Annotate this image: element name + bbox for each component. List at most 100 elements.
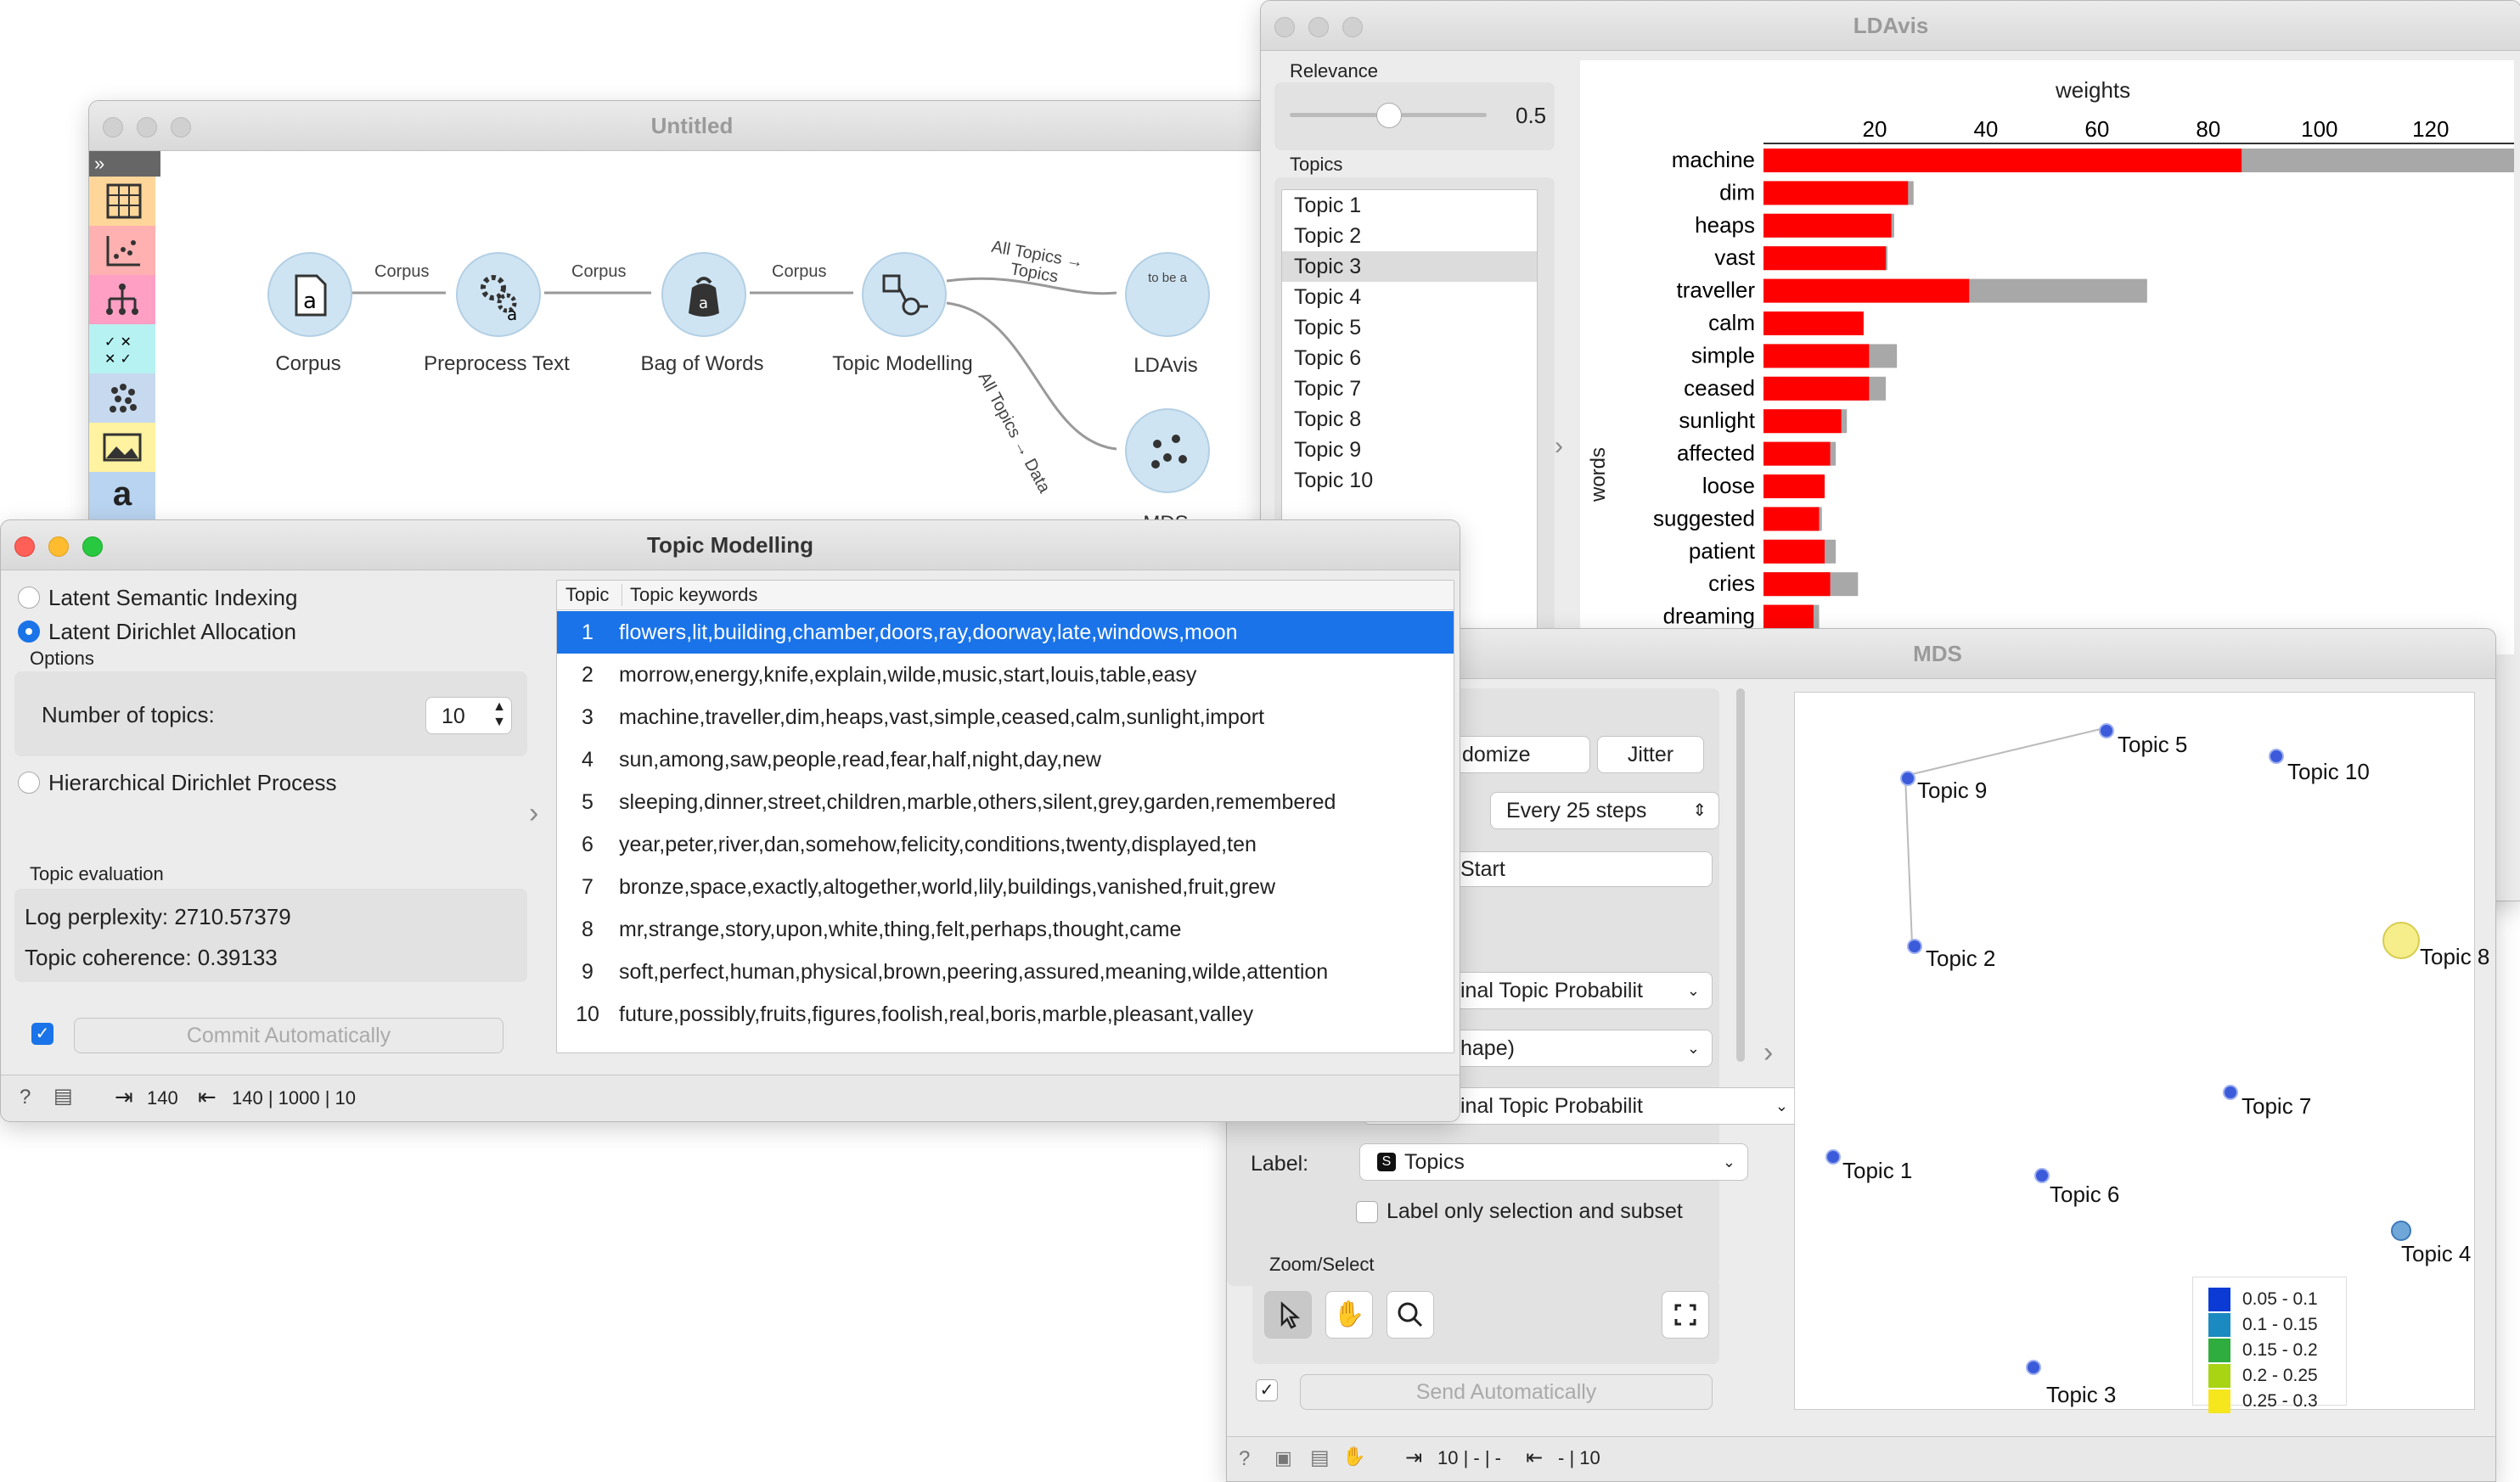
topic-list-item[interactable]: Topic 5 [1282, 312, 1537, 343]
point-topic-3[interactable] [2026, 1360, 2041, 1375]
table-row[interactable]: 6 year,peter,river,dan,somehow,felicity,c… [557, 823, 1454, 866]
num-topics-spinner[interactable]: 10 ▲ ▼ [425, 697, 512, 734]
bar-topic-weight[interactable] [1763, 441, 1831, 466]
randomize-button[interactable]: domize [1451, 736, 1590, 773]
bar-topic-weight[interactable] [1763, 278, 1970, 303]
bar-topic-weight[interactable] [1763, 181, 1909, 205]
topic-list-item[interactable]: Topic 4 [1282, 282, 1537, 312]
output-icon: ⇤ [1526, 1446, 1544, 1469]
send-automatically-checkbox[interactable]: ✓ [1256, 1379, 1278, 1401]
bar-topic-weight[interactable] [1763, 376, 1870, 401]
collapse-arrow-icon[interactable]: › [529, 797, 538, 830]
point-topic-5[interactable] [2099, 723, 2114, 738]
table-row[interactable]: 3 machine,traveller,dim,heaps,vast,simple… [557, 696, 1454, 738]
color-select[interactable]: inal Topic Probabilit ⌄ [1451, 972, 1713, 1009]
table-row[interactable]: 7 bronze,space,exactly,altogether,world,l… [557, 866, 1454, 908]
point-topic-4[interactable] [2391, 1221, 2411, 1241]
jitter-button[interactable]: Jitter [1597, 736, 1704, 773]
topic-list-item[interactable]: Topic 2 [1282, 221, 1537, 251]
preprocess-text-node[interactable]: a [456, 252, 541, 337]
point-topic-10[interactable] [2269, 749, 2284, 764]
point-topic-2[interactable] [1907, 939, 1922, 954]
word-label: calm [1708, 310, 1755, 335]
table-row[interactable]: 2 morrow,energy,knife,explain,wilde,music… [557, 654, 1454, 696]
relevance-value: 0.5 [1516, 103, 1547, 128]
topic-list-item[interactable]: Topic 6 [1282, 343, 1537, 373]
zoom-magnifier-button[interactable] [1387, 1291, 1434, 1339]
table-row[interactable]: 10 future,possibly,fruits,figures,foolish… [557, 993, 1454, 1036]
chevron-down-icon: ⌄ [1686, 982, 1700, 999]
topic-keywords-cell: flowers,lit,building,chamber,doors,ray,d… [618, 611, 1454, 654]
bar-topic-weight[interactable] [1763, 246, 1887, 271]
start-button[interactable]: Start [1451, 851, 1713, 887]
bar-topic-weight[interactable] [1763, 344, 1870, 368]
topic-modelling-node[interactable] [862, 252, 947, 337]
commit-button[interactable]: Commit Automatically [74, 1018, 503, 1053]
commit-auto-checkbox[interactable]: ✓ [31, 1023, 53, 1045]
refresh-select[interactable]: Every 25 steps ⇕ [1490, 792, 1719, 829]
bag-of-words-node[interactable]: a [661, 252, 746, 337]
topic-list-item[interactable]: Topic 8 [1282, 404, 1537, 435]
reset-zoom-button[interactable] [1662, 1291, 1709, 1339]
shape-select[interactable]: hape) ⌄ [1451, 1030, 1713, 1067]
bar-topic-weight[interactable] [1763, 312, 1864, 335]
header-topic[interactable]: Topic [565, 584, 609, 606]
mds-node[interactable] [1125, 408, 1210, 493]
table-row[interactable]: 9 soft,perfect,human,physical,brown,peeri… [557, 951, 1454, 993]
point-topic-8[interactable] [2382, 922, 2420, 959]
label-field-label: Label: [1251, 1152, 1309, 1176]
relevance-slider-handle[interactable] [1376, 103, 1402, 128]
select-pointer-button[interactable] [1264, 1291, 1312, 1339]
controls-scrollbar[interactable] [1736, 688, 1745, 1062]
topic-list-item[interactable]: Topic 3 [1282, 251, 1537, 282]
hdp-radio[interactable] [18, 772, 40, 794]
bar-topic-weight[interactable] [1763, 213, 1892, 238]
topic-keywords-table[interactable]: Topic Topic keywords 1 flowers,lit,buildi… [556, 580, 1454, 1053]
stepper-arrows-icon[interactable]: ▲ ▼ [492, 699, 506, 730]
bar-topic-weight[interactable] [1763, 149, 2242, 172]
mds-plot[interactable]: Topic 5 Topic 10 Topic 9 Topic 2 Topic 8… [1794, 692, 2489, 1413]
point-label-topic-3: Topic 3 [2046, 1382, 2117, 1407]
corpus-node[interactable]: a [267, 252, 352, 337]
shape-select-value: hape) [1460, 1036, 1515, 1060]
ldavis-icon-text: to be a [1148, 271, 1187, 285]
help-icon[interactable]: ? [20, 1086, 31, 1109]
bar-topic-weight[interactable] [1763, 572, 1831, 597]
collapse-arrow-icon[interactable]: › [1555, 432, 1563, 461]
table-row[interactable]: 4 sun,among,saw,people,read,fear,half,nig… [557, 738, 1454, 781]
bar-topic-weight[interactable] [1763, 604, 1814, 629]
bar-topic-weight[interactable] [1763, 474, 1825, 498]
pan-hand-button[interactable]: ✋ [1325, 1291, 1373, 1339]
topic-list-item[interactable]: Topic 10 [1282, 465, 1537, 496]
svg-text:a: a [699, 295, 708, 312]
table-row[interactable]: 1 flowers,lit,building,chamber,doors,ray,… [557, 611, 1454, 654]
lsi-radio[interactable] [18, 587, 40, 609]
send-automatically-button[interactable]: Send Automatically [1300, 1374, 1713, 1410]
header-topic-keywords[interactable]: Topic keywords [630, 584, 757, 606]
bar-topic-weight[interactable] [1763, 409, 1842, 434]
collapse-arrow-icon[interactable]: › [1763, 1036, 1773, 1069]
label-select[interactable]: S Topics ⌄ [1359, 1143, 1748, 1181]
topic-list-item[interactable]: Topic 7 [1282, 373, 1537, 404]
point-label-topic-8: Topic 8 [2420, 944, 2490, 969]
help-icon[interactable]: ? [1239, 1447, 1250, 1471]
save-icon[interactable]: ▣ [1274, 1447, 1292, 1469]
ldavis-node[interactable]: to be a [1125, 252, 1210, 337]
report-icon[interactable]: ▤ [1310, 1446, 1330, 1470]
table-body: 1 flowers,lit,building,chamber,doors,ray,… [557, 611, 1454, 1036]
label-only-selection-checkbox[interactable] [1356, 1201, 1378, 1223]
pause-hand-icon[interactable]: ✋ [1342, 1446, 1365, 1468]
bar-topic-weight[interactable] [1763, 507, 1820, 531]
topic-list-item[interactable]: Topic 9 [1282, 435, 1537, 465]
table-row[interactable]: 5 sleeping,dinner,street,children,marble,… [557, 781, 1454, 823]
point-topic-1[interactable] [1825, 1149, 1841, 1165]
link-label-2: Corpus [571, 262, 627, 281]
table-row[interactable]: 8 mr,strange,story,upon,white,thing,felt,… [557, 908, 1454, 951]
point-topic-9[interactable] [1900, 771, 1915, 786]
point-topic-6[interactable] [2034, 1168, 2050, 1183]
report-icon[interactable]: ▤ [53, 1084, 73, 1109]
topic-list-item[interactable]: Topic 1 [1282, 190, 1537, 221]
point-topic-7[interactable] [2223, 1085, 2238, 1100]
lda-radio[interactable] [18, 620, 40, 643]
bar-topic-weight[interactable] [1763, 539, 1825, 564]
